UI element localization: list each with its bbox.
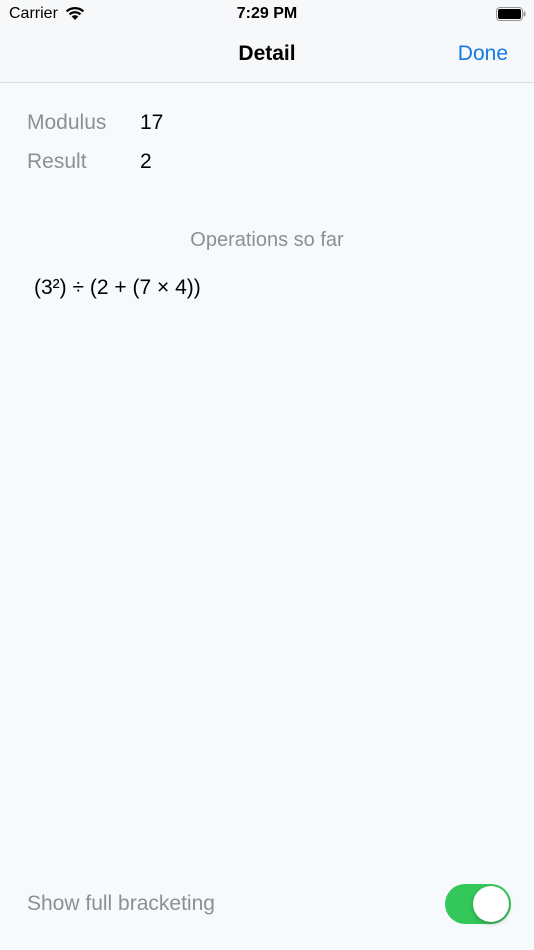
done-button[interactable]: Done: [458, 42, 508, 66]
navigation-bar: Detail Done: [0, 28, 534, 83]
battery-icon: [496, 7, 526, 21]
page-title: Detail: [238, 42, 296, 65]
modulus-label: Modulus: [27, 111, 107, 134]
full-bracketing-toggle[interactable]: [445, 884, 511, 924]
status-bar: Carrier 7:29 PM: [0, 0, 534, 28]
operations-heading: Operations so far: [190, 229, 344, 251]
operations-expression: (3²) ÷ (2 + (7 × 4)): [34, 276, 201, 299]
modulus-value: 17: [140, 111, 164, 134]
toggle-knob: [473, 886, 509, 922]
status-time: 7:29 PM: [236, 5, 298, 22]
result-value: 2: [140, 150, 152, 173]
full-bracketing-label: Show full bracketing: [27, 892, 215, 915]
result-label: Result: [27, 150, 87, 173]
